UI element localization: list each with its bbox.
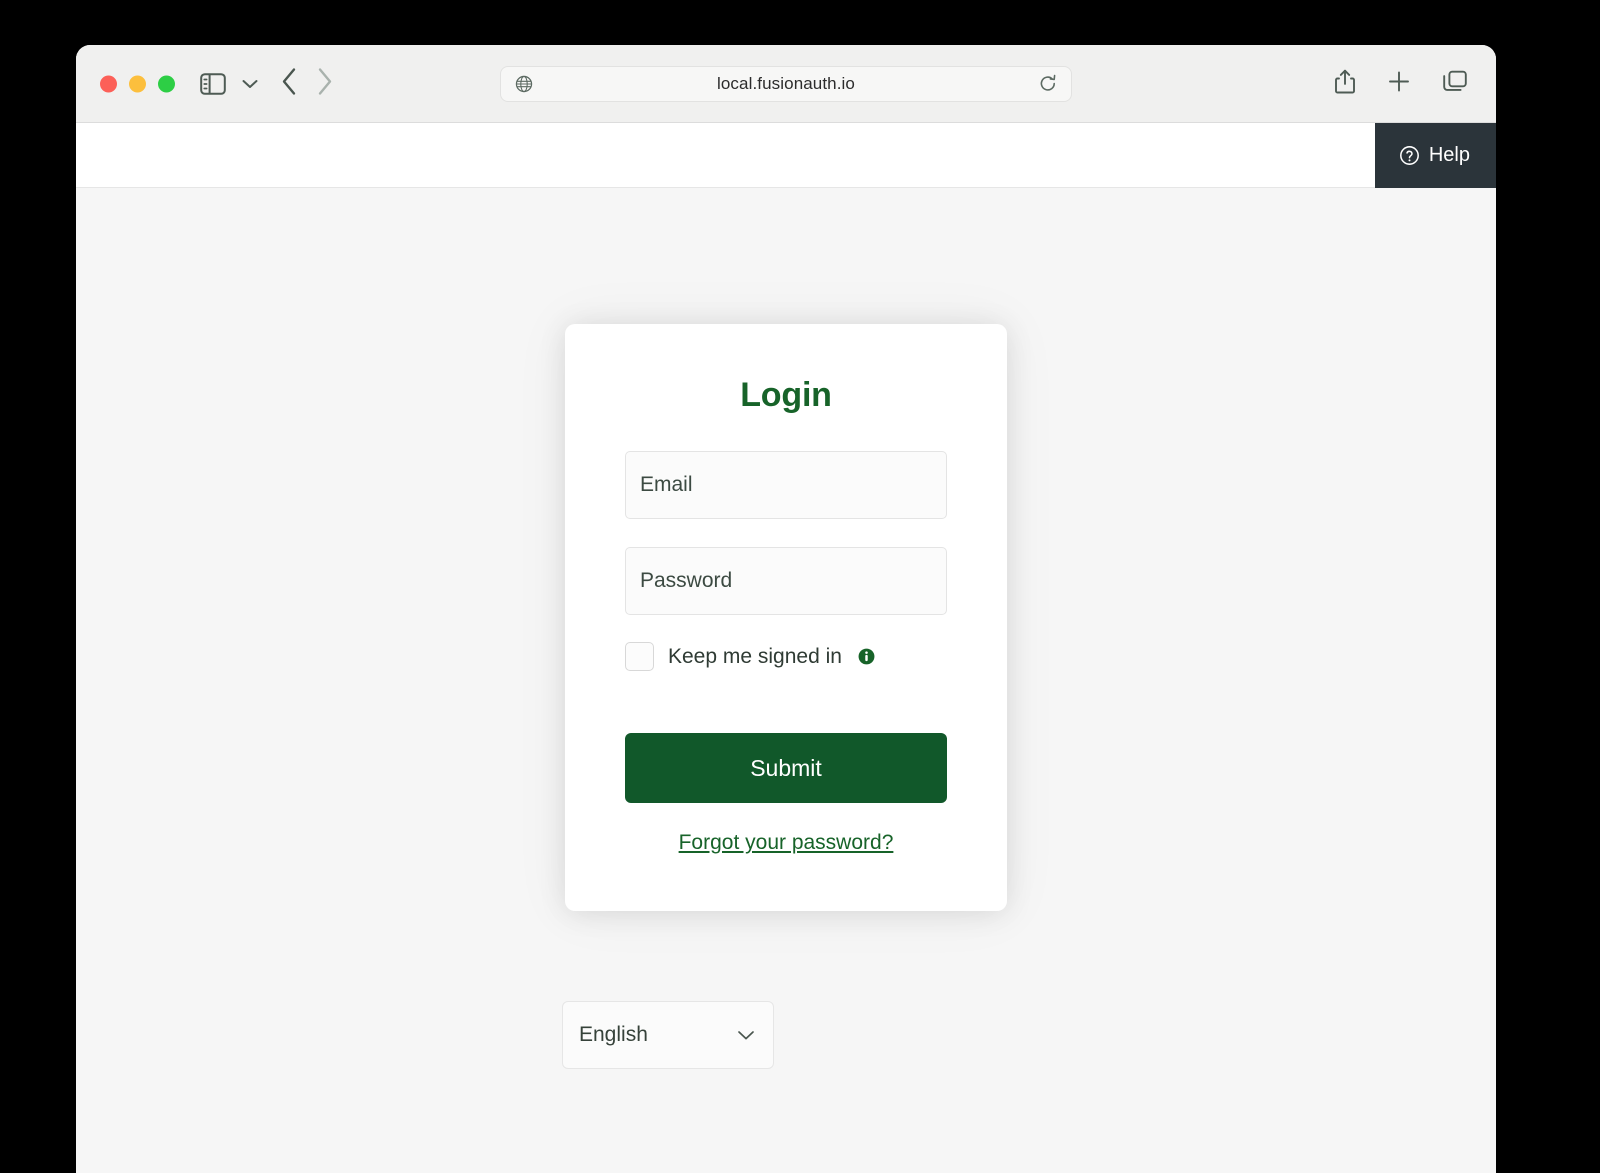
keep-signed-in-checkbox[interactable]	[625, 642, 654, 671]
page-title: Login	[740, 376, 832, 414]
help-button[interactable]: Help	[1374, 123, 1496, 188]
window-controls	[100, 75, 175, 92]
minimize-button[interactable]	[129, 75, 146, 92]
sidebar-toggle-group[interactable]	[200, 72, 258, 95]
browser-window: local.fusionauth.io Help Login Email Kee…	[76, 45, 1496, 1173]
login-card: Login Keep me signed in Submit	[565, 324, 1007, 911]
help-label: Help	[1428, 144, 1470, 166]
language-value: English	[579, 1023, 648, 1046]
forward-arrow-icon[interactable]	[317, 67, 333, 100]
back-arrow-icon[interactable]	[281, 67, 297, 100]
address-bar[interactable]: local.fusionauth.io	[500, 65, 1072, 102]
email-field[interactable]	[625, 451, 947, 519]
plus-icon[interactable]	[1387, 69, 1411, 98]
reload-icon[interactable]	[1039, 74, 1057, 94]
toolbar-actions	[1334, 68, 1468, 99]
language-select[interactable]: English	[562, 1001, 774, 1069]
url-text: local.fusionauth.io	[717, 73, 855, 93]
chevron-down-icon	[737, 1030, 755, 1041]
close-button[interactable]	[100, 75, 117, 92]
maximize-button[interactable]	[158, 75, 175, 92]
forgot-password-link[interactable]: Forgot your password?	[625, 831, 947, 855]
browser-toolbar: local.fusionauth.io	[76, 45, 1496, 123]
submit-button[interactable]: Submit	[625, 733, 947, 803]
keep-signed-in-row: Keep me signed in	[625, 642, 947, 671]
question-circle-icon	[1399, 145, 1420, 166]
navigation-arrows	[281, 67, 333, 100]
globe-icon	[515, 75, 533, 93]
chevron-down-icon[interactable]	[242, 79, 258, 89]
password-field[interactable]	[625, 547, 947, 615]
app-header: Help	[76, 123, 1496, 188]
tab-overview-icon[interactable]	[1442, 69, 1468, 98]
screenshot-root: local.fusionauth.io Help Login Email Kee…	[0, 0, 1600, 1173]
keep-signed-in-label: Keep me signed in	[668, 644, 842, 668]
page-body: Login Keep me signed in Submit	[76, 188, 1496, 1173]
info-circle-icon[interactable]	[858, 648, 875, 665]
sidebar-toggle-icon[interactable]	[200, 72, 226, 95]
share-icon[interactable]	[1334, 68, 1356, 99]
